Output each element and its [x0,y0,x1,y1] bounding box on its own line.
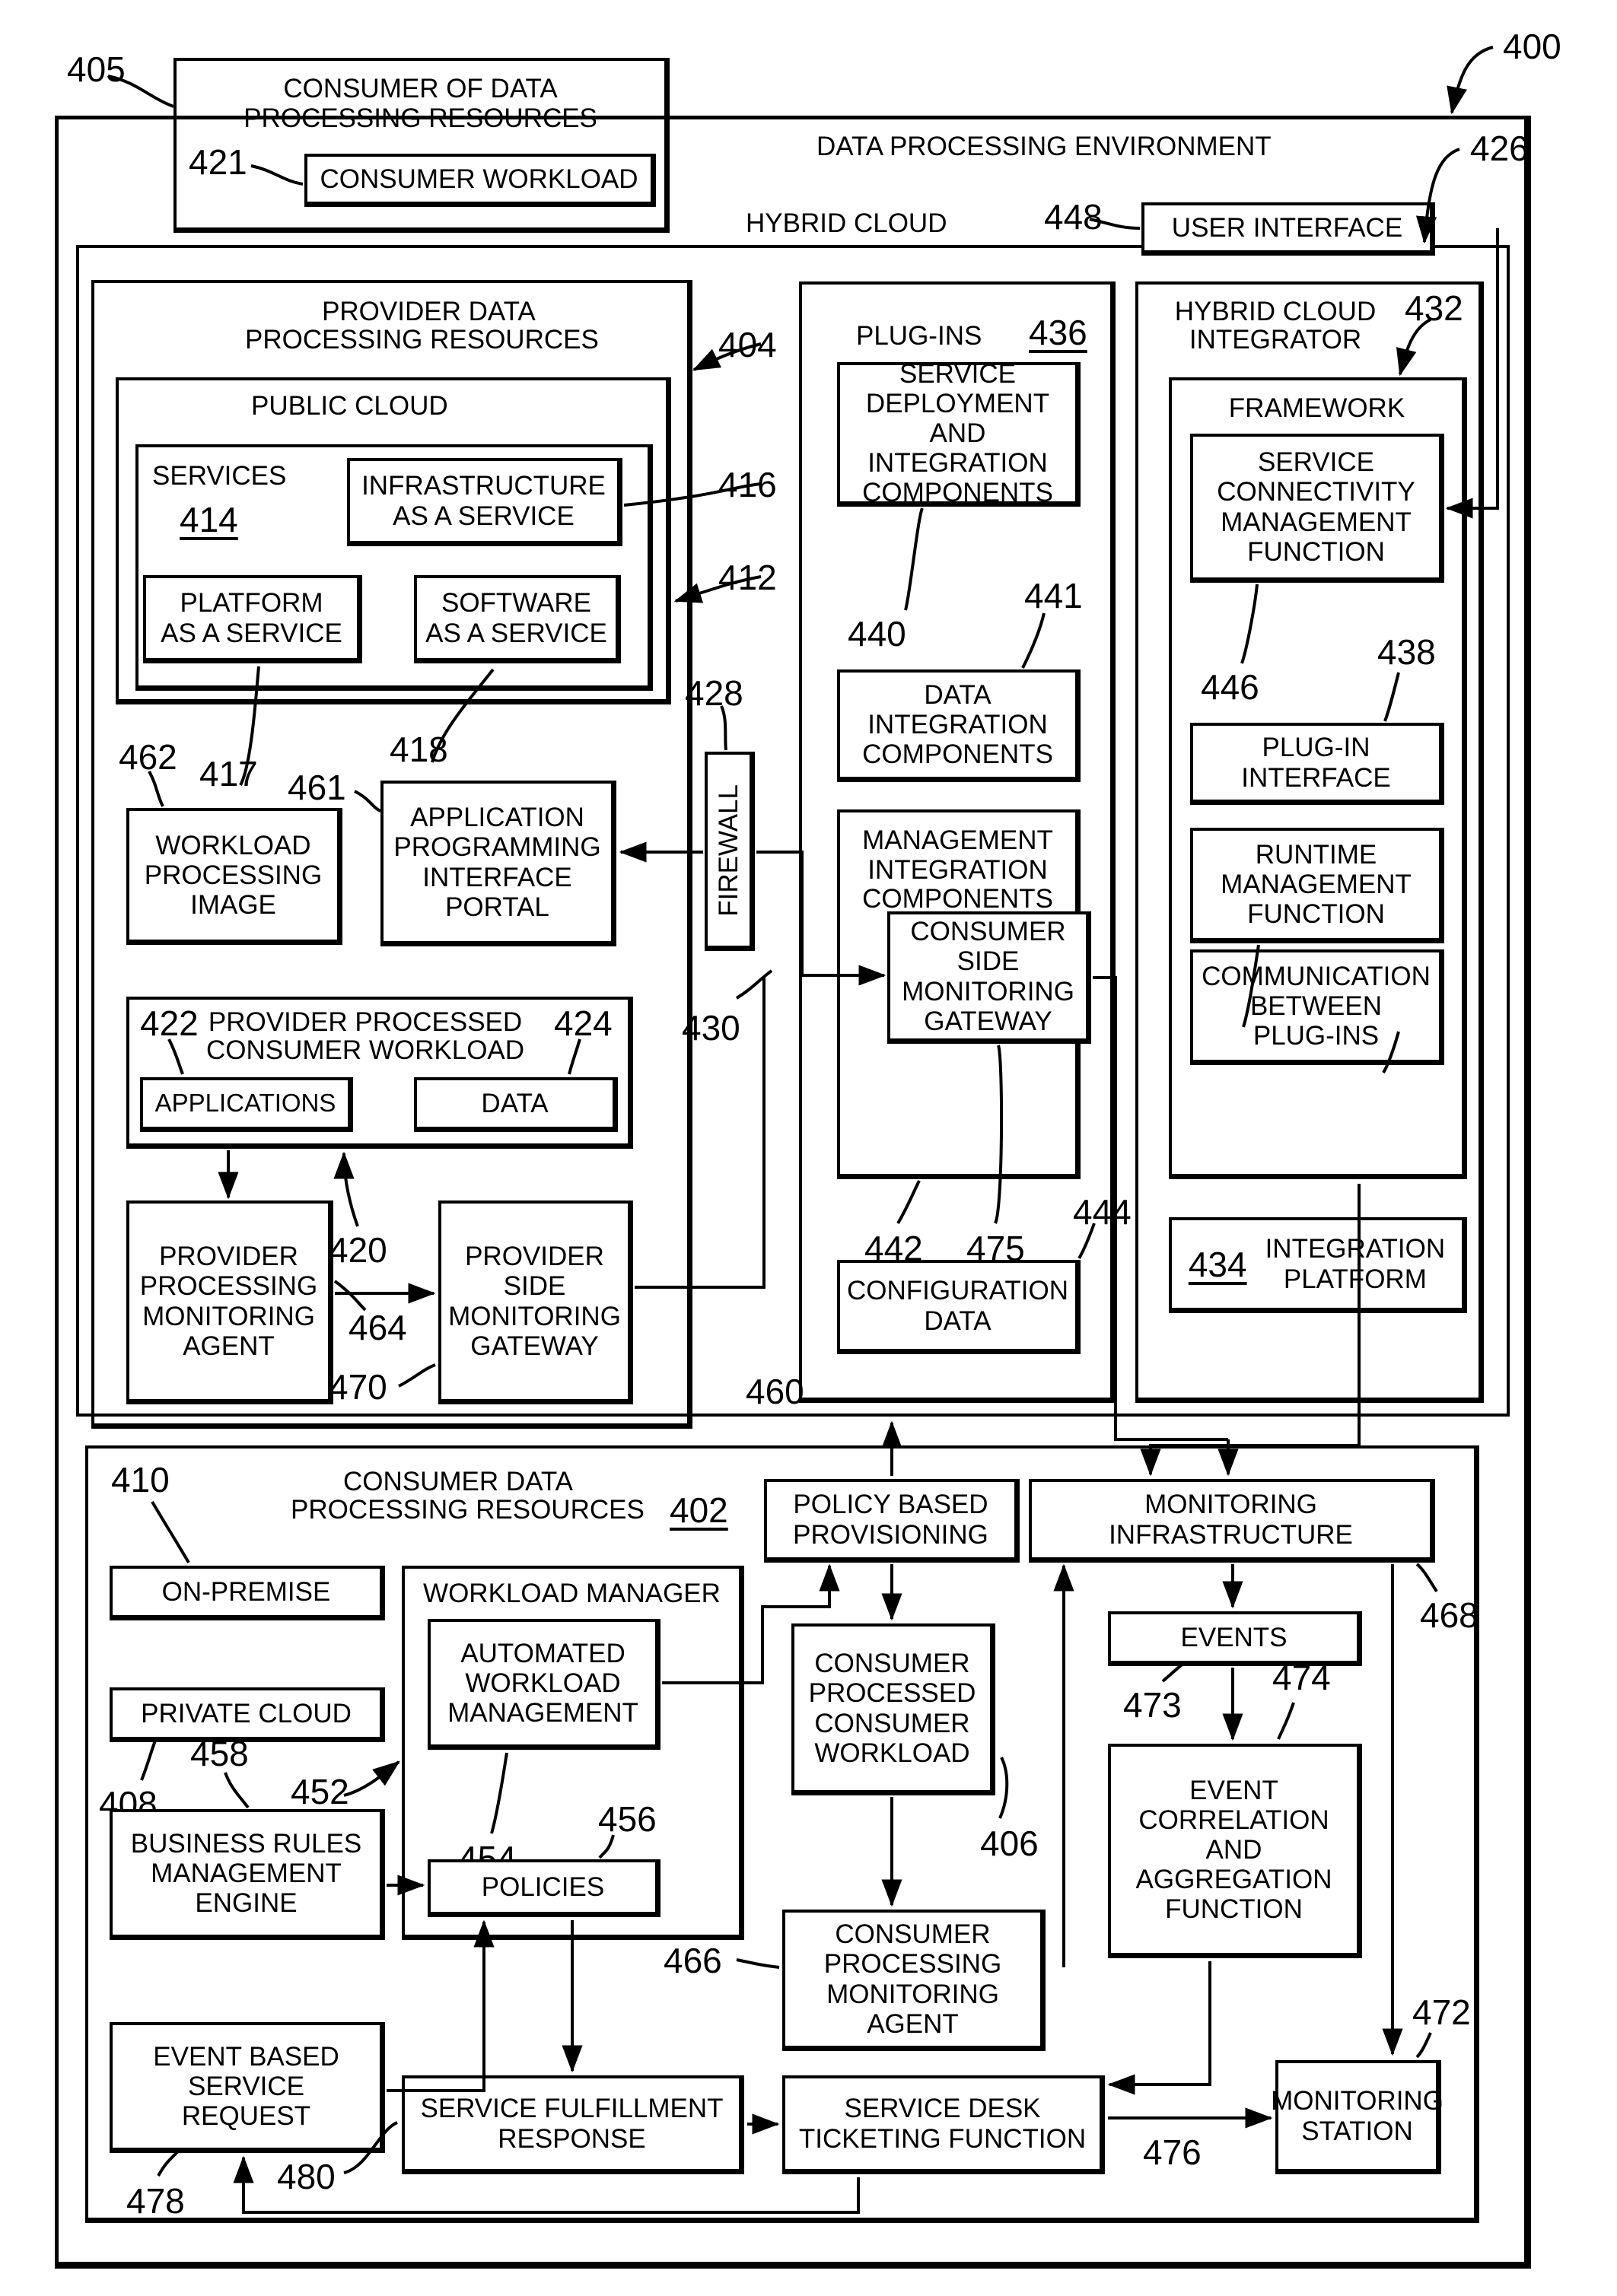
automated-workload-management-box: AUTOMATED WORKLOAD MANAGEMENT [428,1619,660,1750]
service-fulfillment-response-box: SERVICE FULFILLMENT RESPONSE [402,2075,744,2174]
platform-as-a-service-box: PLATFORM AS A SERVICE [143,575,362,663]
plugins-title: PLUG-INS [856,321,982,351]
ref-452: 452 [291,1772,349,1811]
integration-platform-box: 434 INTEGRATION PLATFORM [1169,1217,1467,1313]
service-desk-ticketing-function-box: SERVICE DESK TICKETING FUNCTION [782,2075,1105,2174]
ref-470: 470 [329,1367,387,1407]
ref-461: 461 [288,768,346,807]
application-programming-interface-portal-box: APPLICATION PROGRAMMING INTERFACE PORTAL [380,781,616,946]
ref-464: 464 [349,1308,407,1347]
ref-476: 476 [1143,2132,1202,2172]
hybrid-cloud-integrator-title: HYBRID CLOUD INTEGRATOR [1174,297,1377,355]
user-interface-label: USER INTERFACE [1171,212,1403,243]
ref-458: 458 [190,1734,249,1773]
applications-box: APPLICATIONS [140,1077,353,1132]
infrastructure-as-a-service-box: INFRASTRUCTURE AS A SERVICE [347,458,622,546]
ref-402: 402 [670,1490,728,1530]
ref-420: 420 [329,1230,387,1270]
communication-between-plugins-box: COMMUNICATION BETWEEN PLUG-INS [1190,949,1444,1065]
monitoring-station-box: MONITORING STATION [1271,2060,1444,2174]
ref-462: 462 [119,737,177,777]
ref-480: 480 [277,2157,336,2196]
ref-432: 432 [1405,288,1463,328]
ref-474: 474 [1272,1658,1331,1697]
ref-478: 478 [126,2181,185,2221]
ref-473: 473 [1123,1685,1182,1725]
ref-417: 417 [199,754,258,793]
consumer-title: CONSUMER DATA PROCESSING RESOURCES [291,1467,645,1525]
ref-448: 448 [1044,197,1103,237]
ref-400: 400 [1503,27,1561,66]
ref-410: 410 [111,1460,170,1499]
ref-472: 472 [1412,1992,1471,2032]
provider-processed-workload-title: PROVIDER PROCESSED CONSUMER WORKLOAD [205,1007,525,1065]
provider-processing-monitoring-agent-box: PROVIDER PROCESSING MONITORING AGENT [126,1200,333,1404]
firewall-box: FIREWALL [705,752,755,951]
consumer-side-monitoring-gateway-box: CONSUMER SIDE MONITORING GATEWAY [887,911,1091,1044]
provider-side-monitoring-gateway-box: PROVIDER SIDE MONITORING GATEWAY [438,1200,633,1404]
configuration-data-box: CONFIGURATION DATA [837,1260,1081,1354]
ref-444: 444 [1073,1192,1132,1232]
event-based-service-request-box: EVENT BASED SERVICE REQUEST [110,2022,385,2153]
ref-440: 440 [848,614,906,654]
user-interface-box[interactable]: USER INTERFACE [1141,202,1435,256]
data-box: DATA [414,1077,618,1132]
public-cloud-label: PUBLIC CLOUD [251,391,448,421]
consumer-of-data-title-1: CONSUMER OF DATA [283,74,558,103]
business-rules-management-engine-box: BUSINESS RULES MANAGEMENT ENGINE [110,1809,385,1940]
ref-416: 416 [718,465,777,504]
ref-404: 404 [718,325,777,364]
ref-418: 418 [390,730,448,769]
policy-based-provisioning-box: POLICY BASED PROVISIONING [764,1479,1020,1563]
service-deployment-and-integration-components-box: SERVICE DEPLOYMENT AND INTEGRATION COMPO… [837,359,1081,507]
firewall-label: FIREWALL [713,784,743,917]
ref-424: 424 [554,1003,613,1043]
data-processing-environment-label: DATA PROCESSING ENVIRONMENT [816,132,1272,161]
patent-figure-400: 400 405 CONSUMER OF DATA PROCESSING RESO… [0,0,1617,2296]
ref-456: 456 [598,1799,657,1839]
services-label: SERVICES [152,461,287,491]
ref-426: 426 [1470,129,1529,168]
ref-466: 466 [664,1941,722,1980]
service-connectivity-management-function-box: SERVICE CONNECTIVITY MANAGEMENT FUNCTION [1190,434,1444,583]
event-correlation-and-aggregation-function-box: EVENT CORRELATION AND AGGREGATION FUNCTI… [1108,1744,1362,1958]
ref-441: 441 [1024,576,1083,615]
ref-430: 430 [682,1008,740,1048]
workload-processing-image-box: WORKLOAD PROCESSING IMAGE [126,808,342,945]
software-as-a-service-box: SOFTWARE AS A SERVICE [414,575,621,663]
data-integration-components-box: DATA INTEGRATION COMPONENTS [837,669,1081,782]
ref-434: 434 [1188,1244,1247,1284]
ref-414: 414 [180,500,238,539]
ref-460: 460 [746,1372,804,1411]
consumer-processed-consumer-workload-box: CONSUMER PROCESSED CONSUMER WORKLOAD [791,1623,995,1795]
ref-428: 428 [685,673,743,713]
ref-405: 405 [67,49,126,89]
ref-468: 468 [1420,1595,1479,1635]
monitoring-infrastructure-box: MONITORING INFRASTRUCTURE [1029,1479,1435,1563]
consumer-processing-monitoring-agent-box: CONSUMER PROCESSING MONITORING AGENT [782,1910,1046,2051]
policies-box: POLICIES [428,1859,660,1917]
hybrid-cloud-label: HYBRID CLOUD [746,208,947,238]
plug-in-interface-box: PLUG-IN INTERFACE [1190,723,1444,805]
ref-412: 412 [718,558,777,597]
ref-436: 436 [1029,313,1087,352]
on-premise-box: ON-PREMISE [110,1566,385,1620]
runtime-management-function-box: RUNTIME MANAGEMENT FUNCTION [1190,828,1444,943]
ref-438: 438 [1377,632,1436,672]
ref-446: 446 [1201,667,1259,707]
ref-406: 406 [980,1824,1039,1863]
provider-title: PROVIDER DATA PROCESSING RESOURCES [245,297,599,355]
